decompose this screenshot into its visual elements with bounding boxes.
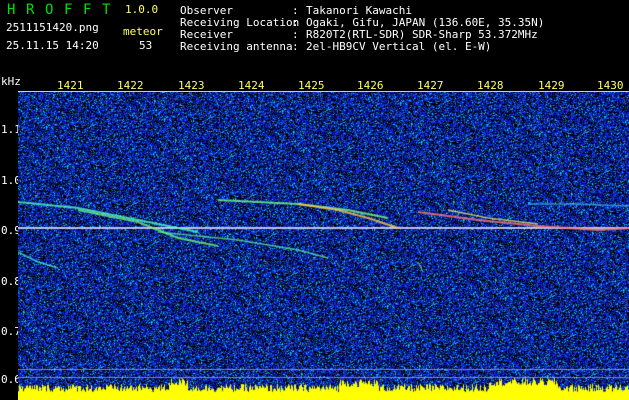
info-value-antenna: 2el-HB9CV Vertical (el. E-W) <box>306 40 492 53</box>
x-tick-1421: 1421 <box>57 79 84 92</box>
info-sep-location: : <box>292 16 299 29</box>
logo-letter-r: R <box>26 2 40 18</box>
info-label-location: Receiving Location <box>180 16 300 29</box>
info-value-observer: Takanori Kawachi <box>306 4 412 17</box>
x-tick-1426: 1426 <box>357 79 384 92</box>
hrofft-window: H R O F F T 1.0.0 2511151420.png meteor … <box>0 0 629 400</box>
x-tick-1422: 1422 <box>117 79 144 92</box>
info-value-location: Ogaki, Gifu, JAPAN (136.60E, 35.35N) <box>306 16 545 29</box>
spectrogram-canvas <box>18 92 629 400</box>
x-tick-1424: 1424 <box>238 79 265 92</box>
x-tick-1427: 1427 <box>417 79 444 92</box>
datetime-label: 25.11.15 14:20 <box>6 39 99 52</box>
info-label-receiver: Receiver <box>180 28 233 41</box>
info-value-receiver: R820T2(RTL-SDR) SDR-Sharp 53.372MHz <box>306 28 538 41</box>
logo-letter-h: H <box>7 2 21 18</box>
x-tick-1430: 1430 <box>597 79 624 92</box>
logo-letter-o: O <box>45 2 59 18</box>
y-axis-unit: kHz <box>1 75 21 88</box>
info-sep-antenna: : <box>292 40 299 53</box>
logo-letter-t: T <box>102 2 116 18</box>
info-label-observer: Observer <box>180 4 233 17</box>
info-sep-receiver: : <box>292 28 299 41</box>
meteor-count: 53 <box>139 39 153 52</box>
x-tick-1425: 1425 <box>298 79 325 92</box>
info-label-antenna: Receiving antenna <box>180 40 293 53</box>
version-label: 1.0.0 <box>125 3 159 16</box>
filename-label: 2511151420.png <box>6 21 99 34</box>
x-tick-1423: 1423 <box>178 79 205 92</box>
logo-letter-f1: F <box>64 2 78 18</box>
x-tick-1429: 1429 <box>538 79 565 92</box>
info-sep-observer: : <box>292 4 299 17</box>
logo-letter-f2: F <box>83 2 97 18</box>
x-tick-1428: 1428 <box>477 79 504 92</box>
meteor-label: meteor <box>123 25 163 38</box>
